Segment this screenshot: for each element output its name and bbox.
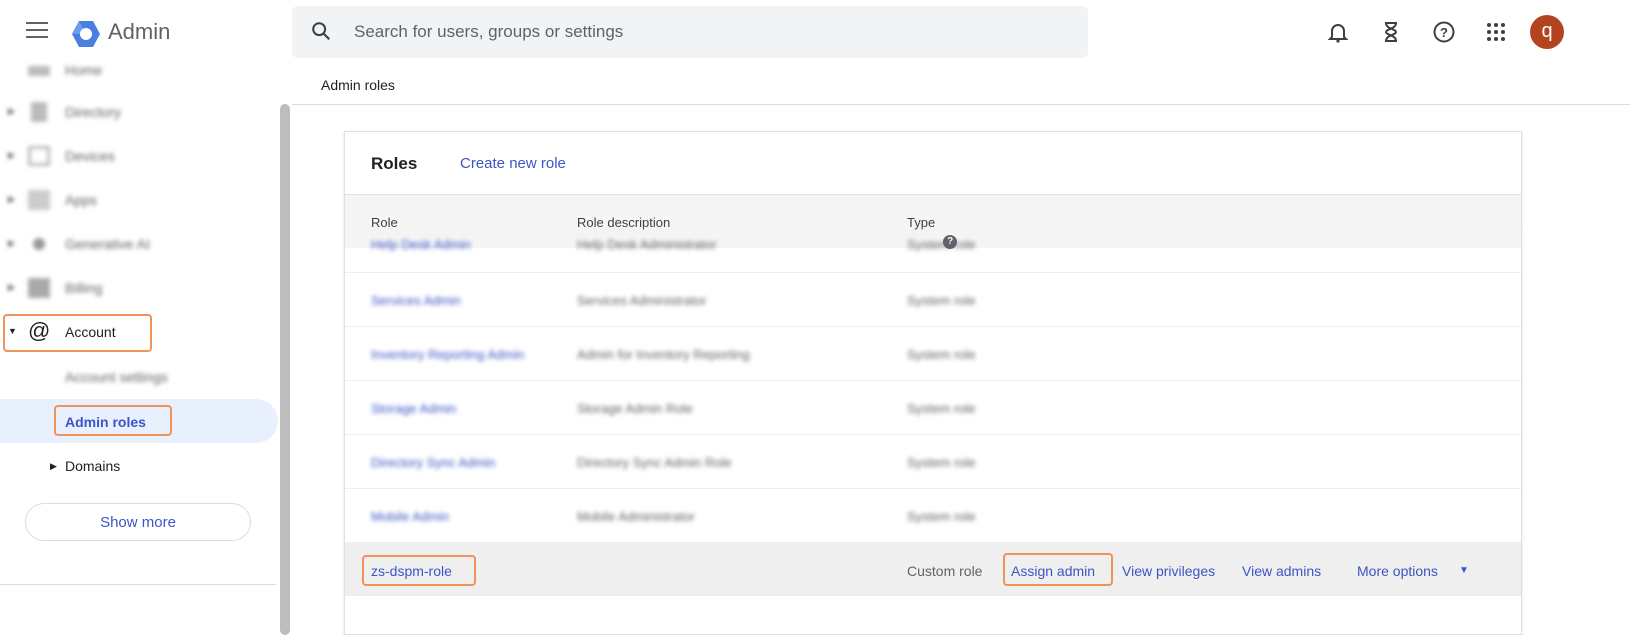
roles-card: Roles Create new role Role Role descript…: [344, 131, 1522, 635]
column-header-description: Role description: [577, 215, 671, 230]
dropdown-arrow-icon[interactable]: ▼: [1459, 565, 1469, 576]
role-link[interactable]: Directory Sync Admin: [371, 455, 495, 470]
table-row[interactable]: Inventory Reporting Admin Admin for Inven…: [345, 326, 1521, 380]
sidebar-scrollbar[interactable]: [280, 104, 290, 635]
expand-icon: ▶: [8, 282, 15, 292]
role-link[interactable]: Inventory Reporting Admin: [371, 347, 524, 362]
role-description: Storage Admin Role: [577, 401, 693, 416]
sparkle-icon: [33, 238, 45, 250]
table-row-selected[interactable]: zs-dspm-role Custom role Assign admin Vi…: [345, 542, 1521, 596]
role-link[interactable]: Help Desk Admin: [371, 237, 471, 252]
roles-title: Roles: [371, 154, 418, 173]
highlight-box: [362, 555, 476, 586]
column-header-type: Type?: [907, 215, 958, 249]
highlight-box: [3, 314, 152, 352]
sidebar-item-home[interactable]: Home: [0, 50, 280, 90]
apps-icon: [28, 190, 50, 210]
role-type: System role: [907, 401, 976, 416]
highlight-box: [1003, 553, 1113, 586]
sidebar-item-apps[interactable]: ▶ Apps: [0, 180, 280, 220]
home-icon: [28, 66, 50, 76]
role-type: System role: [907, 237, 976, 252]
sidebar-item-directory[interactable]: ▶ Directory: [0, 92, 280, 132]
role-description: Help Desk Administrator: [577, 237, 717, 252]
search-icon: [312, 22, 331, 41]
role-description: Directory Sync Admin Role: [577, 455, 732, 470]
sidebar: Home ▶ Directory ▶ Devices ▶ Apps ▶ Generati…: [0, 62, 280, 635]
search-input[interactable]: Search for users, groups or settings: [292, 6, 1088, 58]
sidebar-item-generative-ai[interactable]: ▶ Generative AI: [0, 224, 280, 264]
show-more-button[interactable]: Show more: [25, 503, 251, 541]
column-header-role[interactable]: Role: [371, 215, 398, 230]
expand-icon: ▶: [50, 461, 57, 471]
table-row[interactable]: Mobile Admin Mobile Administrator System r…: [345, 488, 1521, 542]
table-row[interactable]: Services Admin Services Administrator Syst…: [345, 272, 1521, 326]
expand-icon: ▶: [8, 106, 15, 116]
sidebar-item-billing[interactable]: ▶ Billing: [0, 268, 280, 308]
divider: [292, 104, 1630, 105]
role-link[interactable]: Mobile Admin: [371, 509, 449, 524]
type-label: Type: [907, 215, 936, 230]
view-admins-link[interactable]: View admins: [1242, 563, 1321, 579]
billing-icon: [28, 278, 50, 298]
notifications-icon[interactable]: [1326, 20, 1350, 44]
person-icon: [31, 102, 47, 122]
role-type: System role: [907, 293, 976, 308]
role-type: System role: [907, 347, 976, 362]
table-row[interactable]: Help Desk Admin Help Desk Administrator Sy…: [345, 230, 1521, 270]
breadcrumb: Admin roles: [321, 77, 395, 93]
svg-text:?: ?: [1440, 25, 1448, 40]
create-new-role-link[interactable]: Create new role: [460, 155, 566, 172]
role-type: System role: [907, 509, 976, 524]
apps-grid-icon[interactable]: [1484, 20, 1508, 44]
role-description: Admin for Inventory Reporting: [577, 347, 750, 362]
app-name: Admin: [108, 19, 171, 44]
role-type: Custom role: [907, 563, 983, 579]
view-privileges-link[interactable]: View privileges: [1122, 563, 1215, 579]
role-description: Mobile Administrator: [577, 509, 695, 524]
help-icon[interactable]: ?: [1432, 20, 1456, 44]
divider: [0, 584, 276, 585]
main-menu-icon[interactable]: [26, 22, 48, 38]
highlight-box: [54, 405, 172, 436]
hourglass-icon[interactable]: [1379, 20, 1403, 44]
role-description: Services Administrator: [577, 293, 707, 308]
avatar[interactable]: q: [1530, 15, 1564, 49]
sidebar-item-domains[interactable]: Domains: [65, 458, 120, 474]
role-link[interactable]: Storage Admin: [371, 401, 456, 416]
table-row[interactable]: Directory Sync Admin Directory Sync Admin…: [345, 434, 1521, 488]
search-placeholder: Search for users, groups or settings: [354, 22, 624, 41]
expand-icon: ▶: [8, 150, 15, 160]
table-row[interactable]: Storage Admin Storage Admin Role System ro…: [345, 380, 1521, 434]
expand-icon: ▶: [8, 238, 15, 248]
devices-icon: [28, 146, 50, 166]
admin-logo-icon: [72, 21, 100, 47]
role-link[interactable]: Services Admin: [371, 293, 461, 308]
sidebar-item-devices[interactable]: ▶ Devices: [0, 136, 280, 176]
expand-icon: ▶: [8, 194, 15, 204]
more-options-button[interactable]: More options: [1357, 563, 1438, 579]
sidebar-item-account-settings[interactable]: Account settings: [65, 369, 168, 385]
role-type: System role: [907, 455, 976, 470]
